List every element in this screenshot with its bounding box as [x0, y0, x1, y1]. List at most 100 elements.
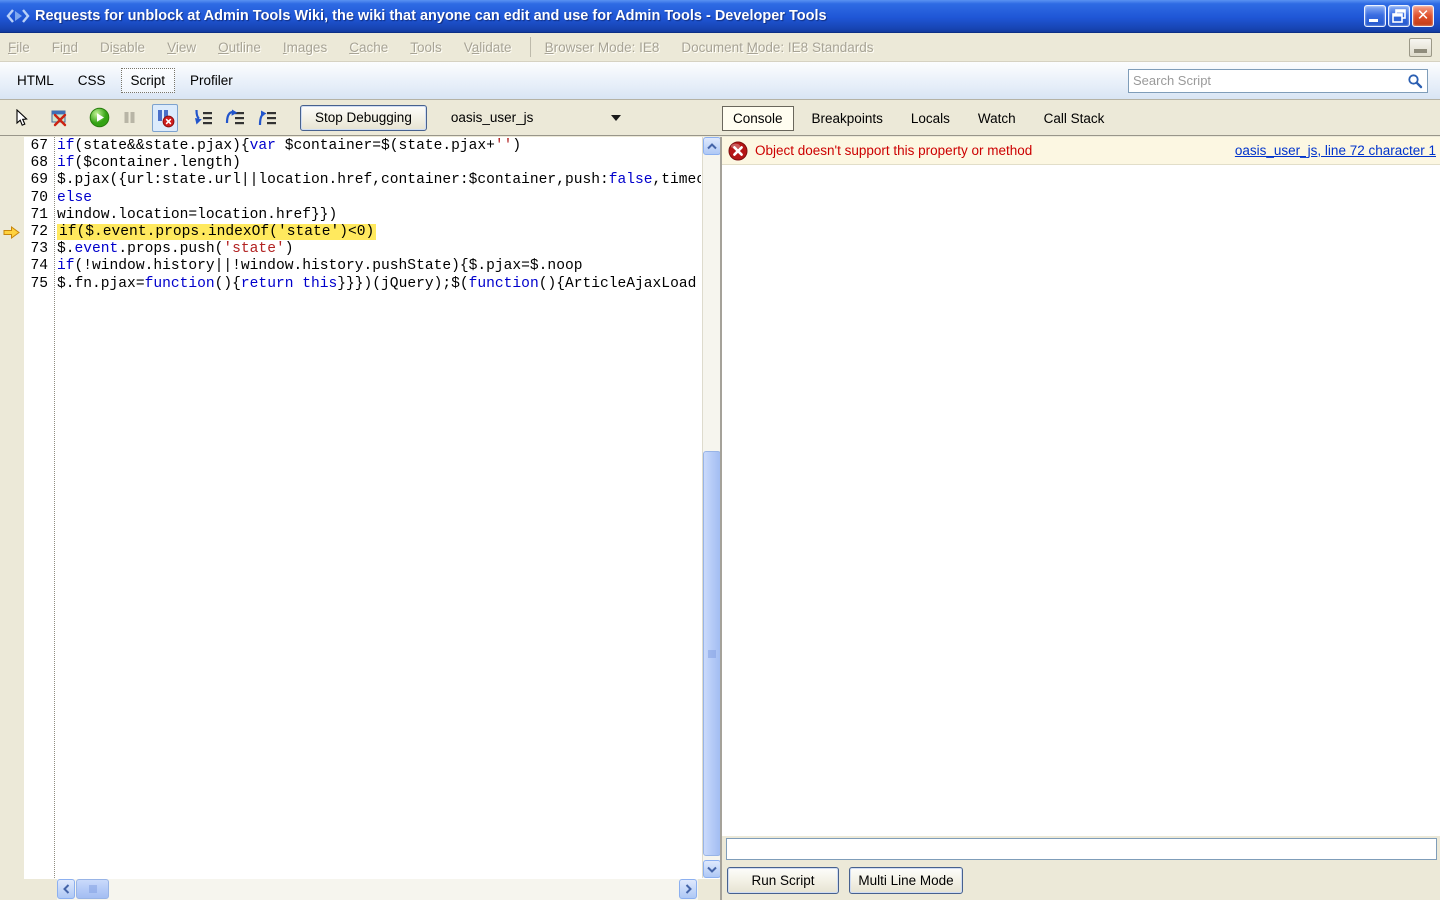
horizontal-scrollbar[interactable]	[57, 879, 698, 900]
tab-locals[interactable]: Locals	[901, 107, 960, 130]
minimize-pane-icon[interactable]	[1409, 37, 1432, 57]
script-selector-dropdown[interactable]: oasis_user_js	[451, 110, 621, 125]
code-text: $.pjax({url:state.url||location.href,con…	[57, 172, 701, 189]
continue-icon[interactable]	[86, 104, 112, 132]
search-box	[1128, 68, 1428, 93]
error-location-link[interactable]: oasis_user_js, line 72 character 1	[1235, 143, 1436, 158]
menubar: File Find Disable View Outline Images Cache Too…	[0, 33, 1440, 62]
multi-line-mode-button[interactable]: Multi Line Mode	[849, 867, 963, 894]
code-text: $.event.props.push('state')	[57, 241, 294, 258]
code-text: window.location=location.href}})	[57, 206, 338, 223]
step-over-icon[interactable]	[222, 104, 248, 132]
break-all-icon[interactable]	[116, 104, 142, 132]
menu-item-browser-mode[interactable]: Browser Mode: IE8	[545, 40, 660, 55]
break-on-error-icon[interactable]	[152, 103, 178, 132]
code-line-72[interactable]: 72 if($.event.props.indexOf('state')<0)	[24, 223, 702, 241]
console-tabs: Console Breakpoints Locals Watch Call Stack	[722, 100, 1122, 136]
main-content: 67 if(state&&state.pjax){var $container=$…	[0, 137, 1440, 900]
execution-arrow-icon	[3, 226, 20, 239]
window-title: Requests for unblock at Admin Tools Wiki…	[35, 8, 827, 24]
code-text: if(!window.history||!window.history.push…	[57, 258, 583, 275]
menu-divider	[529, 37, 531, 57]
breakpoint-margin[interactable]	[0, 137, 24, 900]
menu-item-find[interactable]: Find	[52, 40, 78, 55]
step-out-icon[interactable]	[254, 104, 280, 132]
console-error-row: Object doesn't support this property or …	[722, 137, 1440, 165]
tab-watch[interactable]: Watch	[968, 107, 1026, 130]
chevron-down-icon	[610, 114, 621, 121]
scroll-right-icon[interactable]	[679, 879, 697, 899]
code-text: if(state&&state.pjax){var $container=$(s…	[57, 138, 522, 154]
tab-console[interactable]: Console	[722, 105, 794, 131]
minimize-icon[interactable]	[1364, 5, 1386, 27]
horizontal-scroll-thumb[interactable]	[76, 879, 109, 899]
script-source-panel: 67 if(state&&state.pjax){var $container=$…	[0, 137, 721, 900]
line-number[interactable]: 72	[24, 224, 53, 241]
code-line-74[interactable]: 74 if(!window.history||!window.history.pu…	[24, 258, 702, 275]
line-number[interactable]: 71	[24, 207, 53, 224]
execution-line-highlight: if($.event.props.indexOf('state')<0)	[57, 223, 377, 240]
code-line-73[interactable]: 73 $.event.props.push('state')	[24, 241, 702, 258]
code-line-71[interactable]: 71 window.location=location.href}})	[24, 207, 702, 224]
line-number[interactable]: 68	[24, 155, 53, 172]
line-number[interactable]: 69	[24, 172, 53, 189]
window-error-icon[interactable]	[46, 104, 72, 132]
step-into-icon[interactable]	[190, 104, 216, 132]
line-number[interactable]: 73	[24, 241, 53, 258]
code-text: $.fn.pjax=function(){return this}}})(jQu…	[57, 275, 697, 292]
scroll-down-icon[interactable]	[703, 860, 721, 878]
menu-item-tools[interactable]: Tools	[410, 40, 442, 55]
search-input[interactable]	[1133, 73, 1407, 88]
line-number[interactable]: 67	[24, 138, 53, 155]
menu-item-disable[interactable]: Disable	[100, 40, 145, 55]
code-brackets-icon	[6, 9, 30, 23]
vertical-scroll-thumb[interactable]	[703, 451, 721, 856]
code-lines: 67 if(state&&state.pjax){var $container=$…	[24, 138, 702, 293]
code-line-75[interactable]: 75 $.fn.pjax=function(){return this}}})(j…	[24, 276, 702, 293]
code-line-67[interactable]: 67 if(state&&state.pjax){var $container=$…	[24, 138, 702, 155]
code-line-68[interactable]: 68 if($container.length)	[24, 155, 702, 172]
menu-item-validate[interactable]: Validate	[464, 40, 512, 55]
close-icon[interactable]: ✕	[1412, 5, 1434, 27]
stop-debugging-button[interactable]: Stop Debugging	[300, 104, 427, 131]
menu-item-images[interactable]: Images	[283, 40, 327, 55]
menu-item-cache[interactable]: Cache	[349, 40, 388, 55]
select-element-icon[interactable]	[8, 104, 34, 132]
line-number[interactable]: 70	[24, 190, 53, 207]
tab-css[interactable]: CSS	[69, 69, 115, 92]
console-command-input[interactable]	[726, 838, 1437, 860]
code-text: if($.event.props.indexOf('state')<0)	[57, 223, 701, 241]
scroll-left-icon[interactable]	[57, 879, 75, 899]
menu-item-outline[interactable]: Outline	[218, 40, 261, 55]
mode-items: Browser Mode: IE8 Document Mode: IE8 Stan…	[545, 40, 896, 55]
menu-item-view[interactable]: View	[167, 40, 196, 55]
menu-item-document-mode[interactable]: Document Mode: IE8 Standards	[681, 40, 873, 55]
code-line-70[interactable]: 70 else	[24, 190, 702, 207]
console-command-area: Run Script Multi Line Mode	[722, 836, 1440, 900]
tab-call-stack[interactable]: Call Stack	[1034, 107, 1115, 130]
scroll-up-icon[interactable]	[703, 137, 721, 155]
tab-profiler[interactable]: Profiler	[181, 69, 242, 92]
menu-items: File Find Disable View Outline Images Cache Too…	[8, 40, 534, 55]
code-text: else	[57, 189, 93, 206]
vertical-scrollbar[interactable]	[702, 137, 721, 878]
code-text: if($container.length)	[57, 155, 241, 172]
dev-tabstrip: HTML CSS Script Profiler	[0, 62, 1440, 100]
restore-icon[interactable]	[1388, 5, 1410, 27]
dev-tabs: HTML CSS Script Profiler	[8, 68, 248, 93]
line-number[interactable]: 74	[24, 258, 53, 275]
run-script-button[interactable]: Run Script	[727, 867, 839, 894]
scrollbar-corner	[698, 879, 720, 900]
line-number[interactable]: 75	[24, 276, 53, 293]
error-message: Object doesn't support this property or …	[755, 143, 1033, 158]
tab-html[interactable]: HTML	[8, 69, 63, 92]
console-panel: Object doesn't support this property or …	[722, 137, 1440, 900]
developer-tools-window: Requests for unblock at Admin Tools Wiki…	[0, 0, 1440, 900]
search-icon[interactable]	[1407, 73, 1423, 89]
tab-script[interactable]: Script	[120, 68, 176, 93]
titlebar: Requests for unblock at Admin Tools Wiki…	[0, 0, 1440, 33]
menu-item-file[interactable]: File	[8, 40, 30, 55]
code-line-69[interactable]: 69 $.pjax({url:state.url||location.href,c…	[24, 172, 702, 189]
scrollbar-corner	[0, 879, 57, 900]
tab-breakpoints[interactable]: Breakpoints	[802, 107, 893, 130]
